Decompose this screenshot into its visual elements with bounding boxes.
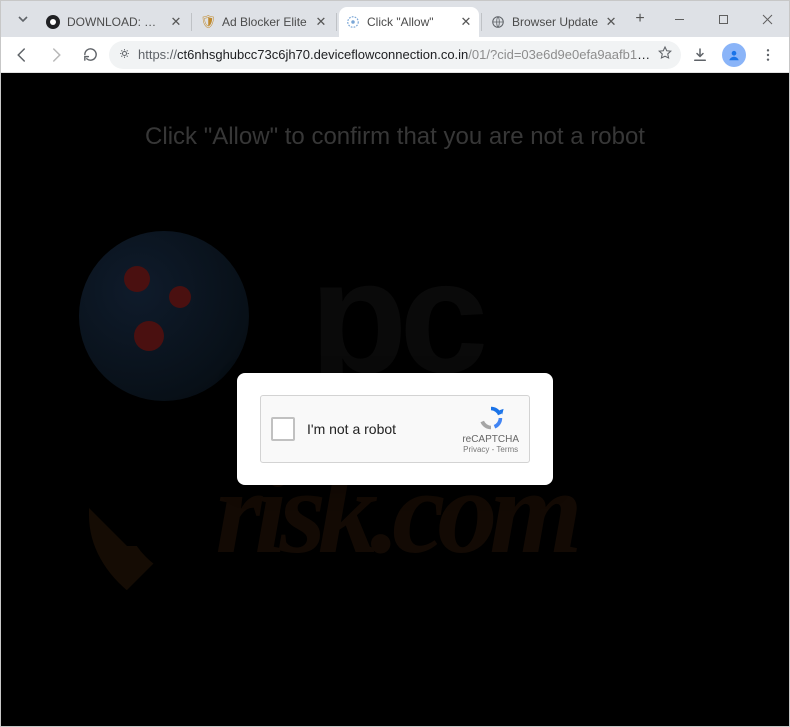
favicon-globe-icon: [490, 14, 506, 30]
tab-title: DOWNLOAD: The Day: [67, 15, 163, 29]
tab-click-allow[interactable]: Click "Allow" ✕: [339, 7, 479, 37]
url-text: https://ct6nhsghubcc73c6jh70.deviceflowc…: [138, 47, 651, 62]
tab-adblocker[interactable]: 🛡 Ad Blocker Elite ✕: [194, 7, 334, 37]
tab-strip: DOWNLOAD: The Day ✕ 🛡 Ad Blocker Elite ✕…: [1, 1, 789, 37]
avatar-icon: [722, 43, 746, 67]
address-bar[interactable]: https://ct6nhsghubcc73c6jh70.deviceflowc…: [109, 41, 681, 69]
new-tab-button[interactable]: +: [628, 7, 652, 31]
tab-close-button[interactable]: ✕: [459, 15, 473, 29]
recaptcha-label: I'm not a robot: [307, 421, 396, 437]
tab-title: Browser Update: [512, 15, 598, 29]
window-maximize-button[interactable]: [701, 1, 745, 37]
forward-button[interactable]: [41, 40, 71, 70]
tab-browser-update[interactable]: Browser Update ✕: [484, 7, 624, 37]
page-headline: Click "Allow" to confirm that you are no…: [1, 123, 789, 151]
page-viewport: Click "Allow" to confirm that you are no…: [1, 73, 789, 726]
tab-title: Ad Blocker Elite: [222, 15, 308, 29]
tab-title: Click "Allow": [367, 15, 453, 29]
recaptcha-card: I'm not a robot reCAPTCHA Privacy - Term…: [237, 373, 553, 485]
window-minimize-button[interactable]: [657, 1, 701, 37]
favicon-shield-icon: 🛡: [200, 14, 216, 30]
tab-close-button[interactable]: ✕: [604, 15, 618, 29]
bookmark-star-icon[interactable]: [657, 45, 673, 64]
site-info-icon[interactable]: [117, 46, 132, 64]
recaptcha-widget: I'm not a robot reCAPTCHA Privacy - Term…: [260, 395, 530, 463]
tab-separator: [191, 13, 192, 31]
recaptcha-checkbox[interactable]: [271, 417, 295, 441]
recaptcha-logo-icon: [477, 404, 505, 432]
toolbar: https://ct6nhsghubcc73c6jh70.deviceflowc…: [1, 37, 789, 73]
profile-button[interactable]: [719, 40, 749, 70]
tab-download[interactable]: DOWNLOAD: The Day ✕: [39, 7, 189, 37]
reload-button[interactable]: [75, 40, 105, 70]
tab-close-button[interactable]: ✕: [314, 15, 328, 29]
menu-button[interactable]: [753, 40, 783, 70]
favicon-gear-icon: [345, 14, 361, 30]
window-close-button[interactable]: [745, 1, 789, 37]
browser-window: DOWNLOAD: The Day ✕ 🛡 Ad Blocker Elite ✕…: [0, 0, 790, 727]
tab-separator: [481, 13, 482, 31]
downloads-button[interactable]: [685, 40, 715, 70]
back-button[interactable]: [7, 40, 37, 70]
tab-scroll-chevron[interactable]: [11, 7, 35, 31]
tab-close-button[interactable]: ✕: [169, 15, 183, 29]
recaptcha-branding: reCAPTCHA Privacy - Terms: [462, 404, 519, 454]
window-controls: [657, 1, 789, 37]
favicon-circle-icon: [45, 14, 61, 30]
recaptcha-legal-links[interactable]: Privacy - Terms: [463, 445, 518, 454]
tab-separator: [336, 13, 337, 31]
